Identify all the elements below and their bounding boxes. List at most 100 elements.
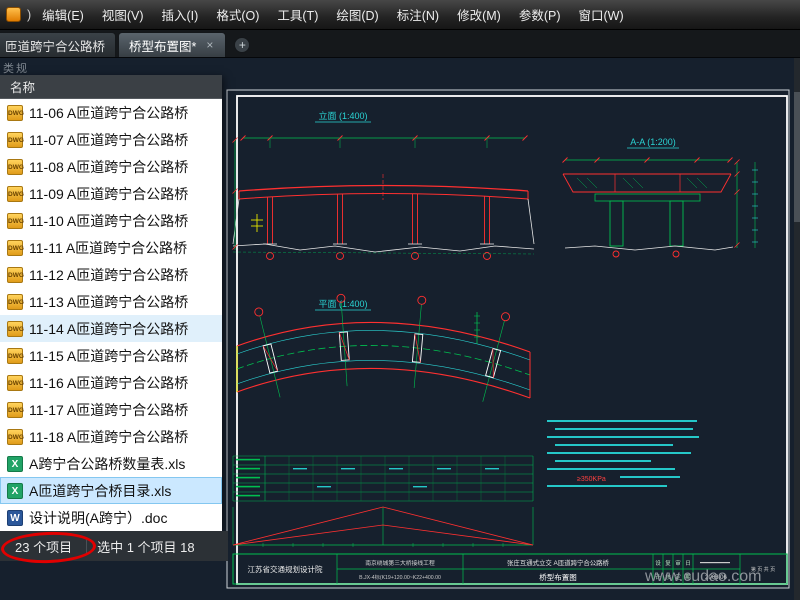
file-name: 11-16 A匝道跨宁合公路桥 xyxy=(29,374,189,391)
dwg-file-icon: DWG xyxy=(7,212,24,229)
file-name: 11-07 A匝道跨宁合公路桥 xyxy=(29,131,189,148)
file-name: A跨宁合公路桥数量表.xls xyxy=(29,455,186,472)
menu-item-view[interactable]: 视图(V) xyxy=(93,0,153,30)
app-icon[interactable] xyxy=(6,7,21,22)
titleblock-project-line1: 南京绕城第三大桥接线工程 xyxy=(365,559,435,567)
file-name: A匝道跨宁合桥目录.xls xyxy=(29,482,172,499)
file-name: 11-14 A匝道跨宁合公路桥 xyxy=(29,320,189,337)
menu-item-tools[interactable]: 工具(T) xyxy=(268,0,327,30)
dwg-file-icon: DWG xyxy=(7,320,24,337)
file-row[interactable]: DWG 11-12 A匝道跨宁合公路桥 xyxy=(0,261,222,288)
file-row[interactable]: DWG 11-13 A匝道跨宁合公路桥 xyxy=(0,288,222,315)
file-name: 11-09 A匝道跨宁合公路桥 xyxy=(29,185,189,202)
file-row[interactable]: DWG 11-10 A匝道跨宁合公路桥 xyxy=(0,207,222,234)
file-name: 设计说明(A跨宁）.doc xyxy=(29,509,168,526)
titleblock-sign-0: 设 xyxy=(655,559,661,567)
item-count: 23 个项目 xyxy=(15,539,73,555)
file-row-hovered[interactable]: DWG 11-14 A匝道跨宁合公路桥 xyxy=(0,315,222,342)
menu-item-partial[interactable]: ) xyxy=(27,8,31,22)
doc-file-icon: W xyxy=(7,509,23,526)
menu-item-insert[interactable]: 插入(I) xyxy=(153,0,208,30)
cad-viewport[interactable]: 立面 (1:400) A-A (1:200) 平面 (1:400) ≥350KP… xyxy=(225,88,795,593)
file-row[interactable]: DWG 11-08 A匝道跨宁合公路桥 xyxy=(0,153,222,180)
titleblock-sign-1: 复 xyxy=(665,559,671,567)
document-tab-bar: 匝道跨宁合公路桥 桥型布置图* × + xyxy=(0,30,800,58)
menu-item-edit[interactable]: 编辑(E) xyxy=(33,0,93,30)
titleblock-project-line2: B.JX-4标(K19+120.00~K22+400.00 xyxy=(359,573,441,581)
file-row[interactable]: DWG 11-16 A匝道跨宁合公路桥 xyxy=(0,369,222,396)
section-view: A-A (1:200) xyxy=(562,137,758,258)
file-name: 11-17 A匝道跨宁合公路桥 xyxy=(29,401,189,418)
cad-main-area: 类规 立面 (1:400) A-A (1:200) 平面 (1:400) ≥35… xyxy=(0,58,800,600)
file-name: 11-15 A匝道跨宁合公路桥 xyxy=(29,347,189,364)
elevation-view-label: 立面 (1:400) xyxy=(318,110,367,121)
file-name: 11-12 A匝道跨宁合公路桥 xyxy=(29,266,189,283)
file-name: 11-11 A匝道跨宁合公路桥 xyxy=(29,239,188,256)
titleblock-title-line2: 桥型布置图 xyxy=(539,572,577,582)
new-tab-button[interactable]: + xyxy=(234,37,251,53)
vertical-scrollbar[interactable] xyxy=(794,58,800,600)
menu-item-draw[interactable]: 绘图(D) xyxy=(327,0,387,30)
profile-diagram xyxy=(232,506,534,547)
file-row[interactable]: X A跨宁合公路桥数量表.xls xyxy=(0,450,222,477)
tab-bridge-layout[interactable]: 桥型布置图* × xyxy=(118,32,227,57)
file-row[interactable]: DWG 11-11 A匝道跨宁合公路桥 xyxy=(0,234,222,261)
file-row[interactable]: DWG 11-09 A匝道跨宁合公路桥 xyxy=(0,180,222,207)
tab-bridge-layout-label: 桥型布置图* xyxy=(129,39,197,54)
dwg-file-icon: DWG xyxy=(7,158,24,175)
dwg-file-icon: DWG xyxy=(7,401,24,418)
menu-item-format[interactable]: 格式(O) xyxy=(207,0,268,30)
tab-ramp-bridge[interactable]: 匝道跨宁合公路桥 xyxy=(0,32,117,57)
file-row-selected[interactable]: X A匝道跨宁合桥目录.xls xyxy=(0,477,222,504)
file-row[interactable]: DWG 11-15 A匝道跨宁合公路桥 xyxy=(0,342,222,369)
file-name: 11-13 A匝道跨宁合公路桥 xyxy=(29,293,189,310)
status-divider xyxy=(86,538,88,554)
menu-item-parameters[interactable]: 参数(P) xyxy=(510,0,570,30)
dwg-file-icon: DWG xyxy=(7,104,24,121)
docked-panel-label: 类规 xyxy=(3,63,29,75)
file-name: 11-06 A匝道跨宁合公路桥 xyxy=(29,104,189,121)
menu-item-dimension[interactable]: 标注(N) xyxy=(388,0,448,30)
dwg-file-icon: DWG xyxy=(7,239,24,256)
watermark: www.cudao.com xyxy=(644,568,762,585)
menu-bar: ) 编辑(E) 视图(V) 插入(I) 格式(O) 工具(T) 绘图(D) 标注… xyxy=(0,0,800,30)
dwg-file-icon: DWG xyxy=(7,347,24,364)
drawing-frame xyxy=(226,89,790,589)
elevation-view: 立面 (1:400) xyxy=(232,110,535,260)
file-name: 11-10 A匝道跨宁合公路桥 xyxy=(29,212,189,229)
file-explorer-panel: 名称 DWG 11-06 A匝道跨宁合公路桥 DWG 11-07 A匝道跨宁合公… xyxy=(0,75,222,531)
bridge-drawing[interactable]: 立面 (1:400) A-A (1:200) 平面 (1:400) ≥350KP… xyxy=(225,88,795,593)
dwg-file-icon: DWG xyxy=(7,374,24,391)
xls-file-icon: X xyxy=(7,455,23,472)
explorer-status-bar: 23 个项目 选中 1 个项目 18 xyxy=(0,531,228,561)
dwg-file-icon: DWG xyxy=(7,293,24,310)
selection-status: 选中 1 个项目 18 xyxy=(97,539,195,555)
column-header-name[interactable]: 名称 xyxy=(0,75,222,99)
titleblock-sign-3: 日 xyxy=(685,560,691,567)
file-row[interactable]: DWG 11-06 A匝道跨宁合公路桥 xyxy=(0,99,222,126)
close-icon[interactable]: × xyxy=(204,39,215,51)
dwg-file-icon: DWG xyxy=(7,428,24,445)
plan-view-label: 平面 (1:400) xyxy=(318,299,367,309)
tab-ramp-bridge-label: 匝道跨宁合公路桥 xyxy=(5,39,106,54)
column-header-name-label: 名称 xyxy=(10,81,36,95)
titleblock-sign-2: 审 xyxy=(675,559,681,567)
data-table xyxy=(232,455,534,502)
bearing-capacity-note: ≥350KPa xyxy=(577,476,606,483)
titleblock-title-line1: 张庄互通式立交 A匝道跨宁合公路桥 xyxy=(507,558,610,567)
dwg-file-icon: DWG xyxy=(7,185,24,202)
titleblock-org: 江苏省交通规划设计院 xyxy=(248,564,323,574)
xls-file-icon: X xyxy=(7,482,23,499)
menu-item-modify[interactable]: 修改(M) xyxy=(448,0,510,30)
notes-block: ≥350KPa xyxy=(547,420,699,487)
file-row[interactable]: DWG 11-07 A匝道跨宁合公路桥 xyxy=(0,126,222,153)
dwg-file-icon: DWG xyxy=(7,131,24,148)
dwg-file-icon: DWG xyxy=(7,266,24,283)
file-row[interactable]: DWG 11-18 A匝道跨宁合公路桥 xyxy=(0,423,222,450)
plan-view: 平面 (1:400) xyxy=(236,293,531,402)
menu-item-window[interactable]: 窗口(W) xyxy=(570,0,633,30)
file-row[interactable]: W 设计说明(A跨宁）.doc xyxy=(0,504,222,531)
file-row[interactable]: DWG 11-17 A匝道跨宁合公路桥 xyxy=(0,396,222,423)
scrollbar-thumb[interactable] xyxy=(794,92,800,222)
section-view-label: A-A (1:200) xyxy=(630,137,676,147)
